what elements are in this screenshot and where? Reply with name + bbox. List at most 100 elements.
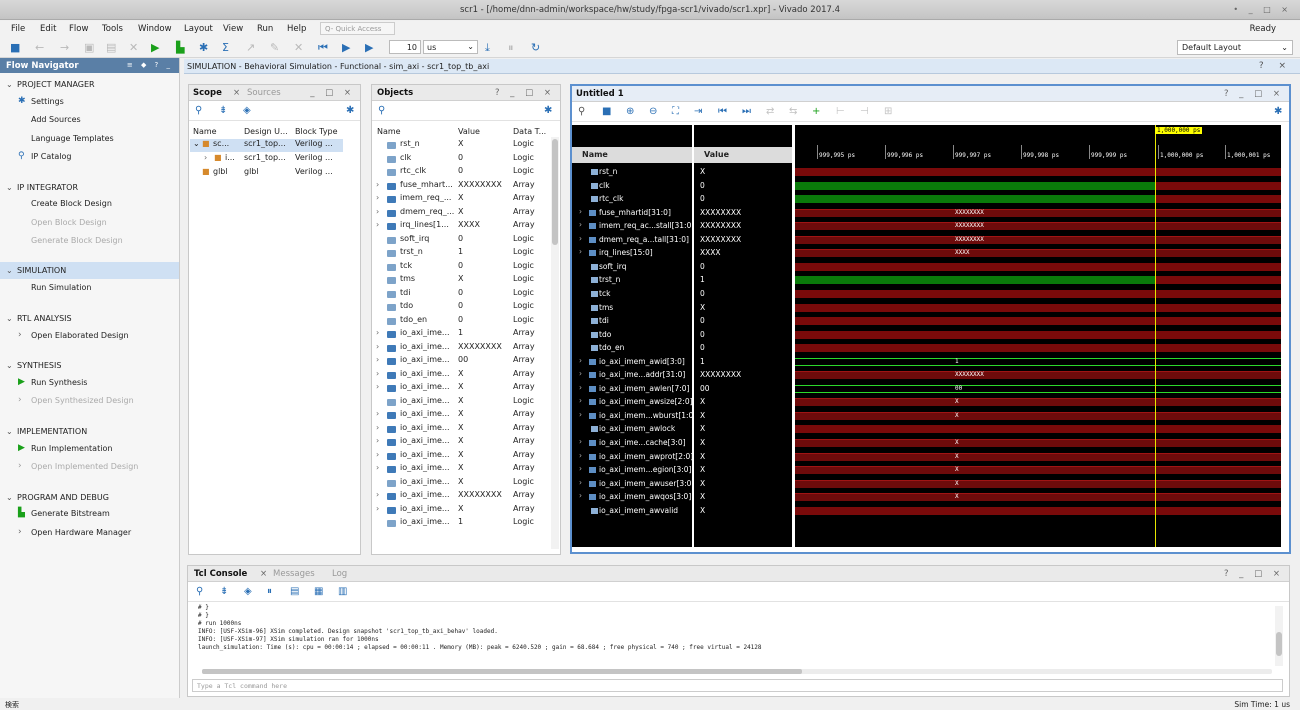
wave-signal-row[interactable]: › io_axi_imem_awprot[2:0] <box>572 451 692 464</box>
wave-signal-row[interactable]: trst_n <box>572 274 692 287</box>
section-ip-integrator[interactable]: ⌄ IP INTEGRATOR <box>6 183 78 192</box>
search-icon[interactable]: ⚲ <box>196 586 203 597</box>
nav-settings[interactable]: ✱ Settings <box>18 96 64 106</box>
tab-sources[interactable]: Sources <box>247 88 281 98</box>
scrollbar-thumb[interactable] <box>552 139 558 245</box>
object-row[interactable]: › io_axi_ime... X Array <box>373 369 551 382</box>
expand-all-icon[interactable]: ◈ <box>244 586 252 597</box>
object-row[interactable]: trst_n 1 Logic <box>373 247 551 260</box>
copy-icon[interactable]: ▤ <box>290 586 299 597</box>
col-design-unit[interactable]: Design U... <box>244 127 288 136</box>
prev-marker-icon[interactable]: ⊢ <box>836 106 845 117</box>
scope-row[interactable]: › ■ i... scr1_top... Verilog ... <box>190 153 343 166</box>
object-row[interactable]: rst_n X Logic <box>373 139 551 152</box>
nav-create-block-design[interactable]: Create Block Design <box>31 199 112 208</box>
tab-close-icon[interactable]: × <box>233 88 240 98</box>
wave-signal-row[interactable]: rst_n <box>572 166 692 179</box>
zoom-out-icon[interactable]: ⊖ <box>649 106 657 117</box>
nav-open-implemented-design[interactable]: › Open Implemented Design <box>18 461 138 471</box>
object-row[interactable]: › io_axi_ime... X Array <box>373 382 551 395</box>
wave-signal-row[interactable]: › io_axi_imem_awsize[2:0] <box>572 396 692 409</box>
col-value[interactable]: Value <box>458 127 480 136</box>
layout-select[interactable]: Default Layout ⌄ <box>1177 40 1293 55</box>
nav-open-synthesized-design[interactable]: › Open Synthesized Design <box>18 395 134 405</box>
object-row[interactable]: › io_axi_ime... X Array <box>373 409 551 422</box>
redo-icon[interactable]: → <box>60 41 69 54</box>
scope-row[interactable]: ■ glbl glbl Verilog ... <box>190 167 343 180</box>
object-row[interactable]: tck 0 Logic <box>373 261 551 274</box>
settings-icon[interactable]: ✱ <box>199 41 208 54</box>
object-row[interactable]: tdo 0 Logic <box>373 301 551 314</box>
object-row[interactable]: rtc_clk 0 Logic <box>373 166 551 179</box>
nav-language-templates[interactable]: Language Templates <box>31 134 114 143</box>
save-icon[interactable]: ■ <box>602 106 611 117</box>
tab-close-icon[interactable]: × <box>260 569 267 579</box>
menu-edit[interactable]: Edit <box>40 24 56 34</box>
copy-icon[interactable]: ▣ <box>84 41 94 54</box>
menu-help[interactable]: Help <box>287 24 306 34</box>
search-icon[interactable]: ⚲ <box>378 105 385 116</box>
object-row[interactable]: › io_axi_ime... X Array <box>373 463 551 476</box>
swap2-icon[interactable]: ⇆ <box>789 106 797 117</box>
wave-signal-row[interactable]: io_axi_imem_awlock <box>572 423 692 436</box>
object-row[interactable]: › io_axi_ime... X Array <box>373 423 551 436</box>
tab-scope[interactable]: Scope <box>193 88 222 98</box>
object-row[interactable]: › io_axi_ime... X Array <box>373 450 551 463</box>
go-start-icon[interactable]: ⏮ <box>718 106 727 117</box>
menu-file[interactable]: File <box>11 24 25 34</box>
go-end-icon[interactable]: ⏭ <box>742 106 751 117</box>
col-name[interactable]: Name <box>377 127 401 136</box>
scrollbar-thumb[interactable] <box>1276 632 1282 656</box>
undo-icon[interactable]: ← <box>35 41 44 54</box>
section-project-manager[interactable]: ⌄ PROJECT MANAGER <box>6 80 95 89</box>
next-marker-icon[interactable]: ⊣ <box>860 106 869 117</box>
expand-all-icon[interactable]: ◈ <box>243 105 251 116</box>
wave-signal-row[interactable]: soft_irq <box>572 261 692 274</box>
tab-log[interactable]: Log <box>332 569 347 579</box>
menu-flow[interactable]: Flow <box>69 24 88 34</box>
section-simulation[interactable]: ⌄ SIMULATION <box>6 266 66 275</box>
wave-signal-row[interactable]: › io_axi_imem_awqos[3:0] <box>572 491 692 504</box>
collapse-all-icon[interactable]: ⇟ <box>220 586 228 597</box>
zoom-fit-icon[interactable]: ⛶ <box>672 106 679 117</box>
menu-tools[interactable]: Tools <box>102 24 123 34</box>
tcl-scrollbar[interactable] <box>1275 606 1283 666</box>
wave-signal-row[interactable]: tms <box>572 302 692 315</box>
section-program-debug[interactable]: ⌄ PROGRAM AND DEBUG <box>6 493 109 502</box>
go-cursor-icon[interactable]: ⇥ <box>694 106 702 117</box>
run-all-icon[interactable]: ▶ <box>342 41 350 54</box>
object-row[interactable]: soft_irq 0 Logic <box>373 234 551 247</box>
scope-window-controls[interactable]: _ □ × <box>310 88 355 98</box>
collapse-all-icon[interactable]: ⇟ <box>219 105 227 116</box>
object-row[interactable]: tdo_en 0 Logic <box>373 315 551 328</box>
run-for-icon[interactable]: ▶ <box>365 41 373 54</box>
nav-open-hardware-manager[interactable]: › Open Hardware Manager <box>18 527 131 537</box>
object-row[interactable]: io_axi_ime... X Logic <box>373 396 551 409</box>
break-icon[interactable]: ⏸ <box>508 41 514 54</box>
tcl-hscrollbar[interactable] <box>202 669 1272 674</box>
wave-signal-row[interactable]: › io_axi_ime...addr[31:0] <box>572 369 692 382</box>
delete-icon[interactable]: ✕ <box>129 41 138 54</box>
restart-icon[interactable]: ⏮ <box>318 41 328 54</box>
tab-untitled[interactable]: Untitled 1 <box>576 89 624 99</box>
delete-icon[interactable]: ▥ <box>338 586 347 597</box>
col-data-type[interactable]: Data T... <box>513 127 546 136</box>
object-row[interactable]: clk 0 Logic <box>373 153 551 166</box>
table-icon[interactable]: ▦ <box>314 586 323 597</box>
object-row[interactable]: › io_axi_ime... 00 Array <box>373 355 551 368</box>
tool-b-icon[interactable]: ✎ <box>270 41 279 54</box>
pause-icon[interactable]: ⏸ <box>267 586 272 597</box>
object-row[interactable]: tdi 0 Logic <box>373 288 551 301</box>
section-rtl-analysis[interactable]: ⌄ RTL ANALYSIS <box>6 314 72 323</box>
menu-window[interactable]: Window <box>138 24 172 34</box>
program-icon[interactable]: ▙ <box>176 41 184 54</box>
scope-row[interactable]: ⌄ ■ sc... scr1_top... Verilog ... <box>190 139 343 152</box>
zoom-in-icon[interactable]: ⊕ <box>626 106 634 117</box>
wave-signal-row[interactable]: tdo_en <box>572 342 692 355</box>
gear-icon[interactable]: ✱ <box>544 105 552 116</box>
wave-signal-row[interactable]: tck <box>572 288 692 301</box>
col-block-type[interactable]: Block Type <box>295 127 338 136</box>
wave-signal-row[interactable]: io_axi_imem_awvalid <box>572 505 692 518</box>
object-row[interactable]: io_axi_ime... 1 Logic <box>373 517 551 530</box>
wave-signal-row[interactable]: › fuse_mhartid[31:0] <box>572 207 692 220</box>
